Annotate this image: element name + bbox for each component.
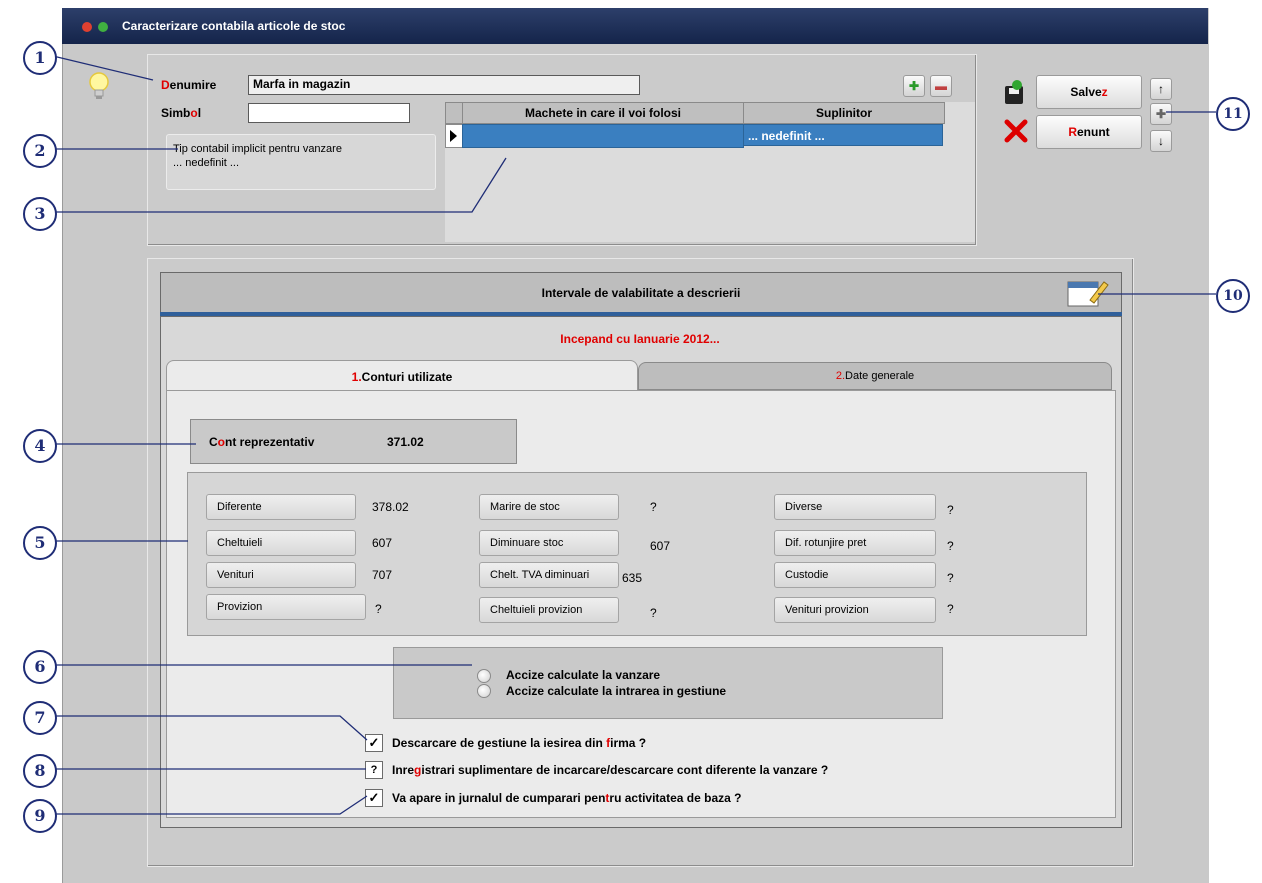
- callout-4: 4: [23, 429, 57, 463]
- callout-7: 7: [23, 701, 57, 735]
- callout-lines: [52, 55, 1216, 815]
- callout-1: 1: [23, 41, 57, 75]
- callout-3: 3: [23, 197, 57, 231]
- callout-9: 9: [23, 799, 57, 833]
- callout-6: 6: [23, 650, 57, 684]
- callout-10: 10: [1216, 279, 1250, 313]
- callout-2: 2: [23, 134, 57, 168]
- callout-5: 5: [23, 526, 57, 560]
- callout-11: 11: [1216, 97, 1250, 131]
- callout-8: 8: [23, 754, 57, 788]
